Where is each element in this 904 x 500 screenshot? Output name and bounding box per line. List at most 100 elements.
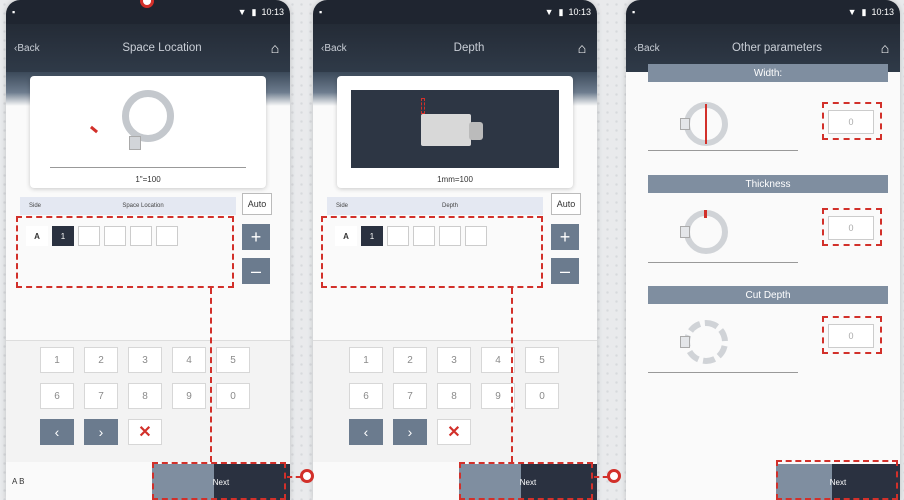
key-8[interactable]: 8	[128, 383, 162, 409]
plus-button[interactable]: +	[242, 224, 270, 250]
screen-other-parameters: ▪ ▼ ▮ 10:13 ‹Back Other parameters ⌂ Width…	[626, 0, 900, 500]
notification-icon: ▪	[12, 7, 16, 17]
key-2[interactable]: 2	[84, 347, 118, 373]
home-icon[interactable]: ⌂	[870, 40, 900, 56]
scale-label: 1"=100	[135, 175, 161, 184]
ring-tab	[680, 226, 690, 238]
cutter-body	[421, 114, 471, 146]
screen-space-location: ▪ ▼ ▮ 10:13 ‹Back Space Location ⌂ 1"=100 …	[6, 0, 290, 500]
section-cut-depth: Cut Depth	[648, 286, 888, 304]
key-3[interactable]: 3	[128, 347, 162, 373]
home-icon[interactable]: ⌂	[567, 40, 597, 56]
page-title: Other parameters	[731, 42, 823, 54]
header: ‹Back Space Location ⌂	[6, 24, 290, 72]
ring-tab	[129, 136, 142, 150]
screen-depth: ▪ ▼ ▮ 10:13 ‹Back Depth ⌂ 1mm=100 Side Dep…	[313, 0, 597, 500]
key-3[interactable]: 3	[437, 347, 471, 373]
home-icon[interactable]: ⌂	[260, 40, 290, 56]
back-button[interactable]: ‹Back	[14, 43, 64, 54]
delete-button[interactable]: ✕	[128, 419, 162, 445]
connector-line	[210, 288, 212, 462]
highlight-box	[822, 208, 882, 246]
row-divider	[648, 372, 798, 373]
keypad: 1 2 3 4 5 6 7 8 9 0 ‹ › ✕	[313, 340, 597, 462]
left-arrow-button[interactable]: ‹	[349, 419, 383, 445]
header: ‹Back Depth ⌂	[313, 24, 597, 72]
connector-line	[287, 476, 301, 478]
battery-icon: ▮	[251, 6, 257, 17]
key-9[interactable]: 9	[172, 383, 206, 409]
highlight-box	[822, 102, 882, 140]
key-7[interactable]: 7	[84, 383, 118, 409]
annotation-marker	[300, 469, 314, 483]
battery-icon: ▮	[558, 6, 564, 17]
delete-button[interactable]: ✕	[437, 419, 471, 445]
auto-button[interactable]: Auto	[242, 193, 272, 215]
depth-marker	[421, 98, 425, 114]
key-7[interactable]: 7	[393, 383, 427, 409]
clock: 10:13	[568, 7, 591, 17]
key-1[interactable]: 1	[40, 347, 74, 373]
left-arrow-button[interactable]: ‹	[40, 419, 74, 445]
depth-camera-view	[351, 90, 559, 168]
key-0[interactable]: 0	[216, 383, 250, 409]
table-header: Side Space Location	[20, 197, 236, 215]
ring-diagram	[122, 90, 174, 142]
highlight-box	[776, 460, 898, 500]
key-5[interactable]: 5	[525, 347, 559, 373]
clock: 10:13	[871, 7, 894, 17]
key-1[interactable]: 1	[349, 347, 383, 373]
highlight-box	[321, 216, 543, 288]
wifi-icon: ▼	[847, 7, 857, 17]
section-width: Width:	[648, 64, 888, 82]
thickness-indicator	[704, 210, 707, 218]
row-divider	[648, 150, 798, 151]
status-bar: ▪ ▼ ▮ 10:13	[626, 0, 900, 24]
notification-icon: ▪	[319, 7, 323, 17]
key-2[interactable]: 2	[393, 347, 427, 373]
connector-line	[511, 288, 513, 462]
preview-card: 1mm=100	[337, 76, 573, 188]
key-8[interactable]: 8	[437, 383, 471, 409]
position-arrow-icon	[89, 125, 99, 134]
key-6[interactable]: 6	[40, 383, 74, 409]
auto-button[interactable]: Auto	[551, 193, 581, 215]
col-param: Depth	[441, 203, 458, 209]
right-arrow-button[interactable]: ›	[393, 419, 427, 445]
highlight-box	[16, 216, 234, 288]
key-9[interactable]: 9	[481, 383, 515, 409]
ring-tab	[680, 336, 690, 348]
ring-tab	[680, 118, 690, 130]
scale-label: 1mm=100	[437, 175, 473, 184]
battery-icon: ▮	[861, 6, 867, 17]
section-thickness: Thickness	[648, 175, 888, 193]
minus-button[interactable]: –	[242, 258, 270, 284]
right-arrow-button[interactable]: ›	[84, 419, 118, 445]
scale-line	[50, 167, 246, 168]
ring-cut-depth-diagram	[684, 320, 728, 364]
plus-button[interactable]: +	[551, 224, 579, 250]
wifi-icon: ▼	[237, 7, 247, 17]
col-param: Space Location	[122, 203, 164, 209]
row-divider	[648, 262, 798, 263]
highlight-box	[822, 316, 882, 354]
page-title: Space Location	[122, 42, 202, 54]
minus-button[interactable]: –	[551, 258, 579, 284]
col-side: Side	[335, 203, 348, 209]
width-indicator	[705, 104, 707, 144]
back-button[interactable]: ‹Back	[634, 43, 684, 54]
connector-line	[594, 476, 608, 478]
page-title: Depth	[453, 42, 485, 54]
back-button[interactable]: ‹Back	[321, 43, 371, 54]
table-header: Side Depth	[327, 197, 543, 215]
cutter-head	[469, 122, 483, 140]
wifi-icon: ▼	[544, 7, 554, 17]
key-4[interactable]: 4	[172, 347, 206, 373]
notification-icon: ▪	[632, 7, 636, 17]
key-6[interactable]: 6	[349, 383, 383, 409]
clock: 10:13	[261, 7, 284, 17]
annotation-marker	[607, 469, 621, 483]
key-0[interactable]: 0	[525, 383, 559, 409]
key-4[interactable]: 4	[481, 347, 515, 373]
key-5[interactable]: 5	[216, 347, 250, 373]
